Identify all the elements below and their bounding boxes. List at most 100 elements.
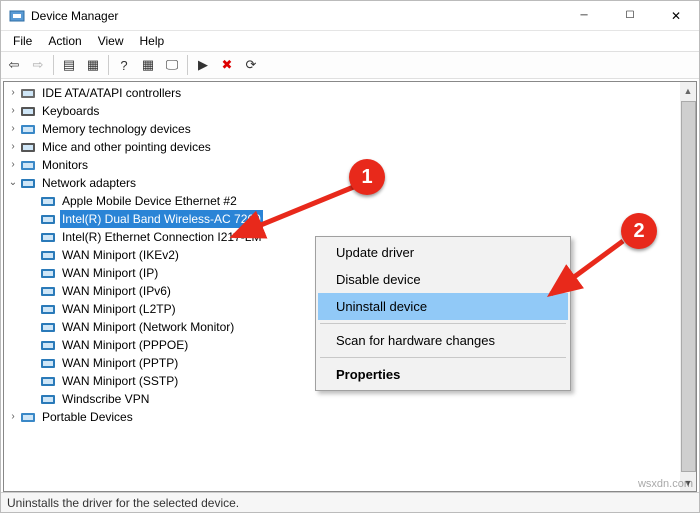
expand-icon[interactable]: ›	[6, 102, 20, 120]
scan-icon[interactable]: 🖵	[161, 54, 183, 76]
port-icon	[20, 409, 36, 425]
menu-action[interactable]: Action	[40, 32, 89, 50]
show-hidden-icon[interactable]: ▤	[58, 54, 80, 76]
vertical-scrollbar[interactable]: ▲ ▼	[680, 81, 697, 492]
net-icon	[20, 175, 36, 191]
menu-view[interactable]: View	[90, 32, 132, 50]
net-icon	[40, 265, 56, 281]
annotation-callout-2: 2	[621, 213, 657, 249]
net-icon	[40, 337, 56, 353]
twisty-spacer: ›	[26, 300, 40, 318]
app-icon	[9, 8, 25, 24]
device-label[interactable]: WAN Miniport (IP)	[60, 264, 160, 282]
context-menu-separator	[320, 357, 566, 358]
device-item[interactable]: › Windscribe VPN	[26, 390, 696, 408]
twisty-spacer: ›	[26, 192, 40, 210]
minimize-button[interactable]	[561, 1, 607, 30]
status-bar: Uninstalls the driver for the selected d…	[1, 492, 699, 512]
net-icon	[40, 193, 56, 209]
window-title: Device Manager	[31, 9, 561, 23]
scroll-up-icon[interactable]: ▲	[680, 82, 696, 99]
device-label[interactable]: Network adapters	[40, 174, 138, 192]
device-label[interactable]: Intel(R) Ethernet Connection I217-LM	[60, 228, 263, 246]
context-menu-separator	[320, 323, 566, 324]
mon-icon	[20, 157, 36, 173]
twisty-spacer: ›	[26, 264, 40, 282]
menu-help[interactable]: Help	[132, 32, 173, 50]
net-icon	[40, 247, 56, 263]
window-controls	[561, 1, 699, 30]
device-item[interactable]: › Intel(R) Dual Band Wireless-AC 7260	[26, 210, 696, 228]
device-label[interactable]: WAN Miniport (PPTP)	[60, 354, 180, 372]
net-icon	[40, 373, 56, 389]
device-label[interactable]: Keyboards	[40, 102, 101, 120]
context-menu-item[interactable]: Scan for hardware changes	[318, 327, 568, 354]
device-label[interactable]: Apple Mobile Device Ethernet #2	[60, 192, 239, 210]
scroll-thumb[interactable]	[681, 101, 696, 472]
device-label[interactable]: Memory technology devices	[40, 120, 193, 138]
expand-icon[interactable]: ›	[6, 84, 20, 102]
back-icon[interactable]: ⇦	[3, 54, 25, 76]
device-label[interactable]: Mice and other pointing devices	[40, 138, 213, 156]
twisty-spacer: ›	[26, 336, 40, 354]
device-label[interactable]: Portable Devices	[40, 408, 135, 426]
toolbar-separator	[53, 55, 54, 75]
context-menu-item[interactable]: Uninstall device	[318, 293, 568, 320]
help-icon[interactable]: ?	[113, 54, 135, 76]
menubar: File Action View Help	[1, 31, 699, 51]
menu-file[interactable]: File	[5, 32, 40, 50]
net-icon	[40, 391, 56, 407]
net-icon	[40, 229, 56, 245]
expand-icon[interactable]: ›	[6, 156, 20, 174]
enable-icon[interactable]: ▶	[192, 54, 214, 76]
expand-icon[interactable]: ›	[6, 408, 20, 426]
context-menu-item[interactable]: Properties	[318, 361, 568, 388]
twisty-spacer: ›	[26, 282, 40, 300]
device-label[interactable]: WAN Miniport (SSTP)	[60, 372, 180, 390]
device-label[interactable]: Monitors	[40, 156, 90, 174]
expand-icon[interactable]: ›	[6, 138, 20, 156]
device-category[interactable]: › IDE ATA/ATAPI controllers	[6, 84, 696, 102]
device-label[interactable]: Windscribe VPN	[60, 390, 151, 408]
twisty-spacer: ›	[26, 390, 40, 408]
status-text: Uninstalls the driver for the selected d…	[7, 496, 239, 510]
props-icon[interactable]: ▦	[137, 54, 159, 76]
mem-icon	[20, 121, 36, 137]
kb-icon	[20, 103, 36, 119]
expand-icon[interactable]: ›	[6, 120, 20, 138]
twisty-spacer: ›	[26, 210, 40, 228]
ide-icon	[20, 85, 36, 101]
context-menu: Update driverDisable deviceUninstall dev…	[315, 236, 571, 391]
device-label[interactable]: WAN Miniport (PPPOE)	[60, 336, 190, 354]
context-menu-item[interactable]: Disable device	[318, 266, 568, 293]
toolbar-separator	[108, 55, 109, 75]
twisty-spacer: ›	[26, 372, 40, 390]
net-icon	[40, 211, 56, 227]
toolbar: ⇦⇨▤▦?▦🖵▶✖⟳	[1, 51, 699, 79]
device-label[interactable]: IDE ATA/ATAPI controllers	[40, 84, 183, 102]
device-category[interactable]: › Keyboards	[6, 102, 696, 120]
delete-icon[interactable]: ✖	[216, 54, 238, 76]
device-label[interactable]: WAN Miniport (L2TP)	[60, 300, 178, 318]
twisty-spacer: ›	[26, 228, 40, 246]
twisty-spacer: ›	[26, 246, 40, 264]
maximize-button[interactable]	[607, 1, 653, 30]
net-icon	[40, 319, 56, 335]
device-category[interactable]: › Memory technology devices	[6, 120, 696, 138]
close-button[interactable]	[653, 1, 699, 30]
device-label[interactable]: Intel(R) Dual Band Wireless-AC 7260	[60, 210, 263, 228]
device-label[interactable]: WAN Miniport (Network Monitor)	[60, 318, 236, 336]
net-icon	[40, 283, 56, 299]
device-category[interactable]: › Portable Devices	[6, 408, 696, 426]
device-label[interactable]: WAN Miniport (IPv6)	[60, 282, 173, 300]
net-icon	[40, 355, 56, 371]
device-category[interactable]: › Mice and other pointing devices	[6, 138, 696, 156]
refresh-icon[interactable]: ⟳	[240, 54, 262, 76]
collapse-icon[interactable]: ⌄	[6, 174, 20, 192]
device-label[interactable]: WAN Miniport (IKEv2)	[60, 246, 181, 264]
device-item[interactable]: › Apple Mobile Device Ethernet #2	[26, 192, 696, 210]
annotation-callout-1: 1	[349, 159, 385, 195]
forward-icon[interactable]: ⇨	[27, 54, 49, 76]
context-menu-item[interactable]: Update driver	[318, 239, 568, 266]
view-icon[interactable]: ▦	[82, 54, 104, 76]
